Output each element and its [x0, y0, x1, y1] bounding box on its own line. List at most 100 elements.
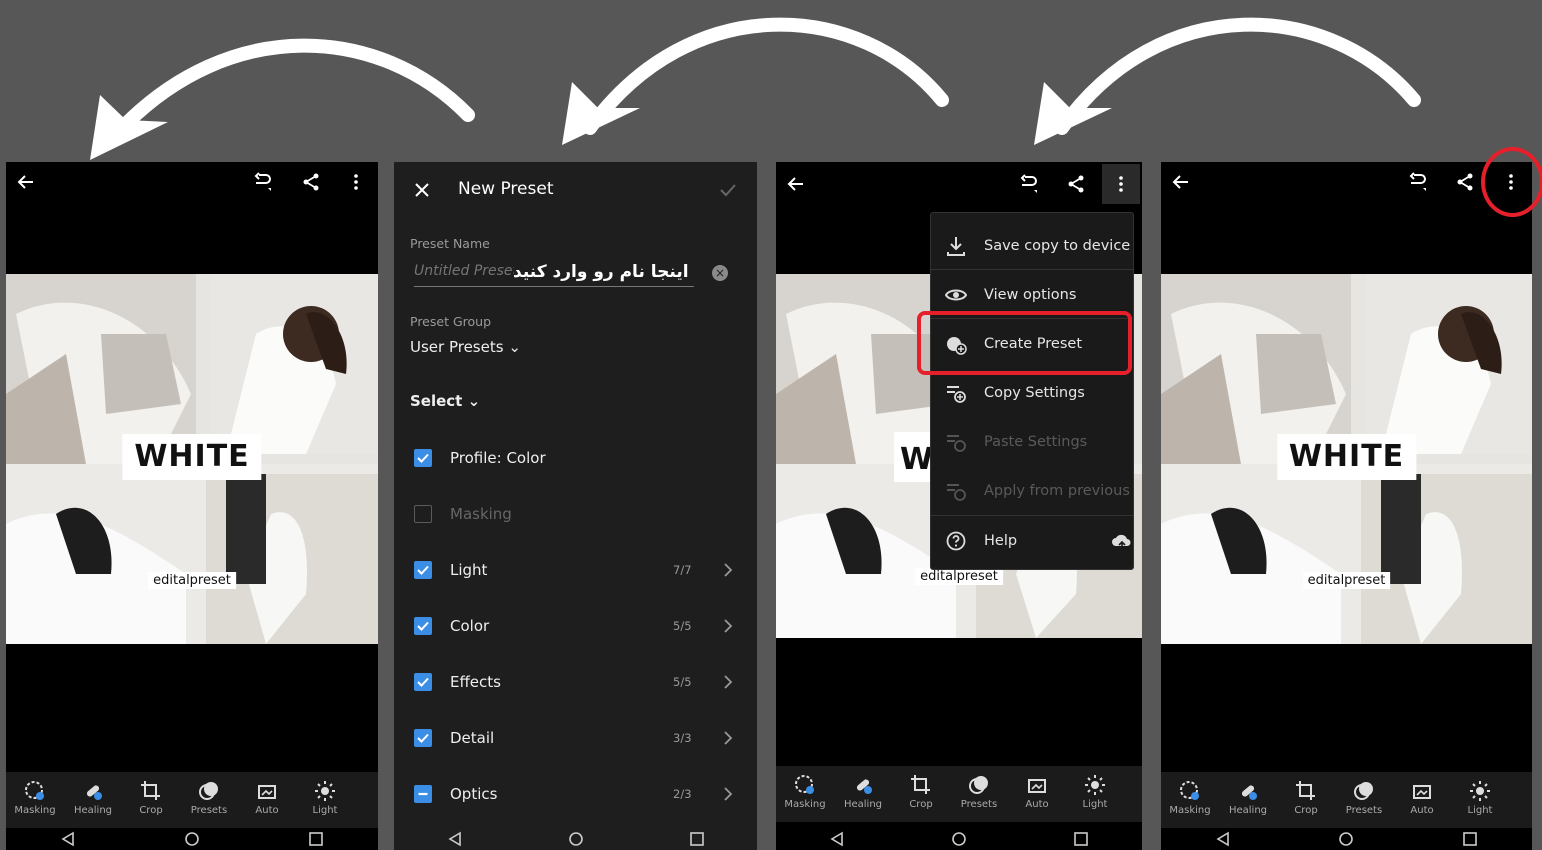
undo-icon[interactable]: [1405, 170, 1429, 194]
menu-item-save-copy[interactable]: Save copy to device: [931, 221, 1133, 270]
nav-home-icon[interactable]: [567, 831, 585, 847]
android-nav-bar: [1161, 828, 1532, 850]
tool-masking[interactable]: Masking: [776, 766, 834, 822]
tool-light[interactable]: Light: [1451, 772, 1509, 828]
nav-recents-icon[interactable]: [1461, 831, 1479, 847]
tool-healing[interactable]: Healing: [834, 766, 892, 822]
tool-auto[interactable]: Auto: [1008, 766, 1066, 822]
more-options-highlight: [1481, 147, 1542, 217]
nav-back-icon[interactable]: [59, 831, 77, 847]
preset-option-row[interactable]: Light 7/7: [394, 542, 757, 598]
cloud-upload-icon[interactable]: [1111, 530, 1133, 552]
tool-presets[interactable]: Presets: [180, 772, 238, 828]
tool-presets[interactable]: Presets: [950, 766, 1008, 822]
more-options-icon[interactable]: [1102, 164, 1140, 204]
apply-previous-icon: [947, 483, 966, 501]
editor-screen-menu-open: W editalpreset Save copy to device View …: [776, 162, 1142, 850]
nav-home-icon[interactable]: [950, 831, 968, 847]
select-dropdown[interactable]: Select ⌄: [410, 392, 480, 410]
tool-crop[interactable]: Crop: [892, 766, 950, 822]
preset-name-label: Preset Name: [410, 236, 490, 251]
clear-input-icon[interactable]: ×: [712, 265, 728, 281]
tool-healing[interactable]: Healing: [64, 772, 122, 828]
photo-title-text: WHITE: [1276, 434, 1417, 480]
checkbox-checked[interactable]: [414, 673, 432, 691]
photo-title-text: WHITE: [122, 434, 262, 480]
nav-recents-icon[interactable]: [688, 831, 706, 847]
preset-name-input[interactable]: [414, 261, 514, 279]
photo-caption-text: editalpreset: [148, 572, 236, 589]
menu-item-copy-settings[interactable]: Copy Settings: [931, 368, 1133, 417]
share-icon[interactable]: [1453, 170, 1477, 194]
tool-presets[interactable]: Presets: [1335, 772, 1393, 828]
chevron-right-icon[interactable]: [722, 563, 734, 577]
bottom-toolbar: Masking Healing Crop Presets Auto Light: [1161, 772, 1532, 828]
nav-back-icon[interactable]: [446, 831, 464, 847]
editor-screen-result: WHITE editalpreset Masking Healing Crop …: [6, 162, 378, 850]
checkbox-checked[interactable]: [414, 729, 432, 747]
svg-text:W: W: [900, 442, 933, 477]
preset-name-annotation: اینجا نام رو وارد کنید: [513, 262, 689, 282]
menu-item-paste-settings: Paste Settings: [931, 417, 1133, 466]
share-icon[interactable]: [299, 170, 323, 194]
tool-light[interactable]: Light: [296, 772, 354, 828]
android-nav-bar: [394, 828, 757, 850]
chevron-right-icon[interactable]: [722, 619, 734, 633]
bottom-toolbar: Masking Healing Crop Presets Auto Light: [6, 772, 378, 828]
tool-light[interactable]: Light: [1066, 766, 1124, 822]
tool-healing[interactable]: Healing: [1219, 772, 1277, 828]
android-nav-bar: [776, 828, 1142, 850]
new-preset-header: New Preset: [394, 162, 757, 218]
preset-option-row[interactable]: Masking: [394, 486, 757, 542]
undo-icon[interactable]: [250, 170, 274, 194]
share-icon[interactable]: [1064, 172, 1088, 196]
page-title: New Preset: [458, 179, 554, 199]
row-count: 5/5: [673, 675, 692, 689]
checkbox-checked[interactable]: [414, 449, 432, 467]
chevron-right-icon[interactable]: [722, 675, 734, 689]
editor-screen-start: WHITE editalpreset Masking Healing Crop …: [1161, 162, 1532, 850]
nav-home-icon[interactable]: [183, 831, 201, 847]
nav-home-icon[interactable]: [1337, 831, 1355, 847]
checkbox-partial[interactable]: [414, 785, 432, 803]
menu-item-label: Apply from previous: [984, 482, 1130, 499]
photo-collage: WHITE editalpreset: [6, 274, 378, 644]
arrow-curve-3: [1055, 17, 1421, 135]
tool-crop[interactable]: Crop: [122, 772, 180, 828]
back-arrow-icon[interactable]: [1169, 170, 1193, 194]
preset-option-row[interactable]: Profile: Color: [394, 430, 757, 486]
nav-recents-icon[interactable]: [1072, 831, 1090, 847]
checkbox-unchecked[interactable]: [414, 505, 432, 523]
preset-group-dropdown[interactable]: User Presets ⌄: [410, 338, 521, 356]
preset-option-row[interactable]: Effects 5/5: [394, 654, 757, 710]
confirm-check-icon[interactable]: [716, 178, 740, 202]
row-label: Light: [450, 561, 488, 579]
nav-back-icon[interactable]: [1214, 831, 1232, 847]
nav-recents-icon[interactable]: [307, 831, 325, 847]
preset-group-label: Preset Group: [410, 314, 492, 329]
tool-auto[interactable]: Auto: [1393, 772, 1451, 828]
row-label: Masking: [450, 505, 512, 523]
back-arrow-icon[interactable]: [784, 172, 808, 196]
preset-option-row[interactable]: Optics 2/3: [394, 766, 757, 822]
menu-item-help[interactable]: Help: [931, 516, 1133, 565]
paste-settings-icon: [947, 434, 966, 452]
preset-option-row[interactable]: Color 5/5: [394, 598, 757, 654]
photo-caption-text: editalpreset: [1302, 572, 1391, 589]
checkbox-checked[interactable]: [414, 617, 432, 635]
tool-masking[interactable]: Masking: [1161, 772, 1219, 828]
preset-option-row[interactable]: Detail 3/3: [394, 710, 757, 766]
back-arrow-icon[interactable]: [14, 170, 38, 194]
nav-back-icon[interactable]: [828, 831, 846, 847]
chevron-right-icon[interactable]: [722, 787, 734, 801]
close-icon[interactable]: [410, 178, 434, 202]
chevron-right-icon[interactable]: [722, 731, 734, 745]
arrow-curve-1: [113, 38, 475, 137]
row-label: Detail: [450, 729, 495, 747]
tool-auto[interactable]: Auto: [238, 772, 296, 828]
tool-masking[interactable]: Masking: [6, 772, 64, 828]
undo-icon[interactable]: [1016, 172, 1040, 196]
tool-crop[interactable]: Crop: [1277, 772, 1335, 828]
more-options-icon[interactable]: [344, 170, 368, 194]
checkbox-checked[interactable]: [414, 561, 432, 579]
